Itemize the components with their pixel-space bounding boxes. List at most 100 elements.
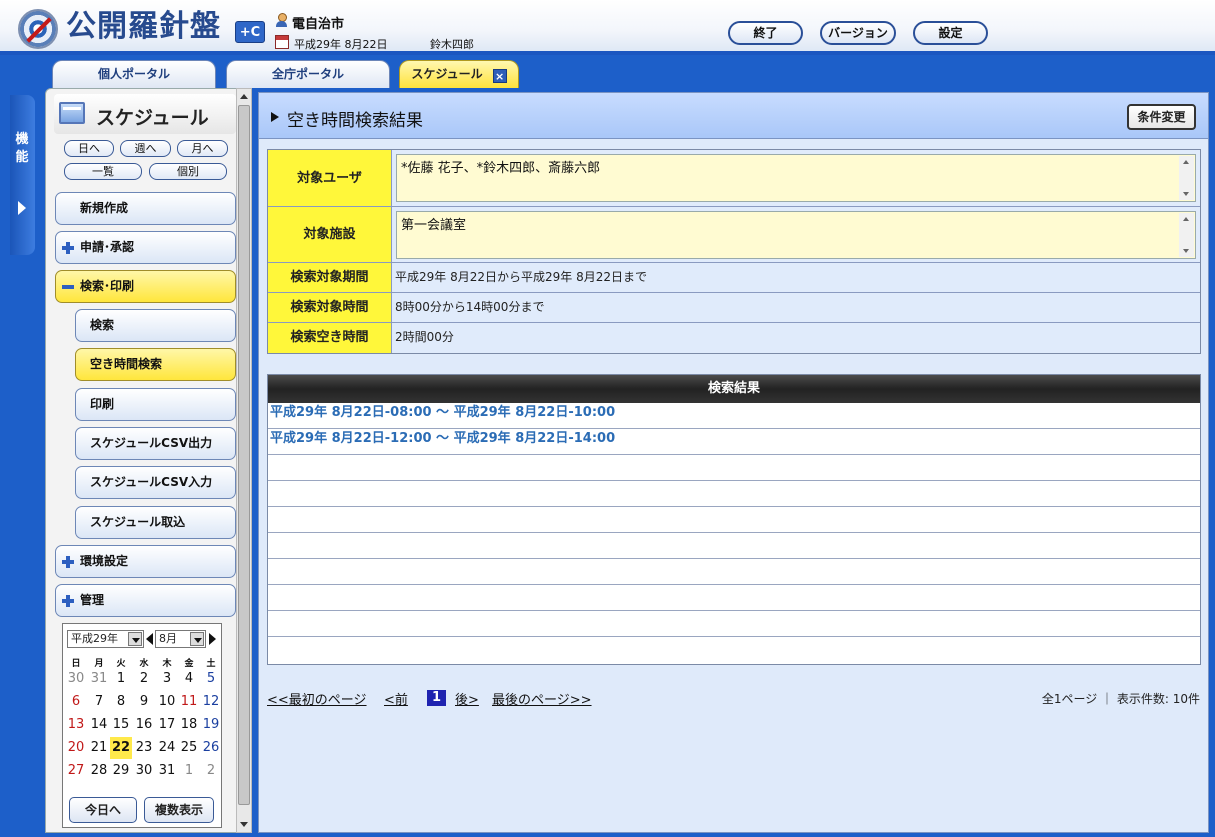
result-link[interactable]: 平成29年 8月22日-12:00 〜 平成29年 8月22日-14:00 (270, 431, 615, 446)
exit-button[interactable]: 終了 (728, 21, 803, 45)
result-link[interactable]: 平成29年 8月22日-08:00 〜 平成29年 8月22日-10:00 (270, 405, 615, 420)
plus-icon (62, 556, 74, 568)
calendar-day[interactable]: 30 (133, 760, 155, 782)
calendar-day[interactable]: 31 (156, 760, 178, 782)
tab-personal-portal[interactable]: 個人ポータル (52, 60, 216, 88)
close-icon[interactable]: × (492, 69, 507, 83)
calendar-day[interactable]: 7 (88, 691, 110, 713)
calendar-day[interactable]: 4 (178, 668, 200, 690)
calendar-day[interactable]: 23 (133, 737, 155, 759)
target-facility-textarea[interactable]: 第一会議室 (396, 211, 1196, 259)
calendar-day[interactable]: 10 (156, 691, 178, 713)
menu-environment-settings[interactable]: 環境設定 (55, 545, 236, 578)
calendar-day-other-month[interactable]: 1 (178, 760, 200, 782)
calendar-day[interactable]: 26 (200, 737, 222, 759)
day-view-button[interactable]: 日へ (64, 140, 114, 157)
menu-search-print[interactable]: 検索･印刷 (55, 270, 236, 303)
calendar-day[interactable]: 14 (88, 714, 110, 736)
organization-name: 電自治市 (292, 17, 345, 32)
menu-schedule-import[interactable]: スケジュール取込 (75, 506, 236, 539)
calendar-day[interactable]: 5 (200, 668, 222, 690)
calendar-day[interactable]: 2 (133, 668, 155, 690)
calendar-icon (275, 35, 289, 49)
sidebar-scrollbar[interactable] (236, 88, 252, 833)
calendar-day[interactable]: 8 (110, 691, 132, 713)
month-select[interactable]: 8月 (155, 630, 206, 648)
menu-apply-approve[interactable]: 申請･承認 (55, 231, 236, 264)
week-view-button[interactable]: 週へ (120, 140, 171, 157)
menu-csv-export[interactable]: スケジュールCSV出力 (75, 427, 236, 460)
calendar-day[interactable]: 21 (88, 737, 110, 759)
next-month-icon[interactable] (209, 633, 216, 645)
list-view-button[interactable]: 一覧 (64, 163, 142, 180)
calendar-day[interactable]: 15 (110, 714, 132, 736)
calendar-day[interactable]: 19 (200, 714, 222, 736)
condition-label: 対象ユーザ (268, 150, 392, 206)
target-user-textarea[interactable]: *佐藤 花子、*鈴木四郎、斎藤六郎 (396, 154, 1196, 202)
menu-search[interactable]: 検索 (75, 309, 236, 342)
calendar-day[interactable]: 6 (65, 691, 87, 713)
compass-logo-icon (18, 9, 58, 49)
prev-page-link[interactable]: <前 (384, 689, 408, 708)
change-conditions-button[interactable]: 条件変更 (1127, 104, 1196, 130)
tab-label: 全庁ポータル (271, 67, 344, 81)
sidebar-title: スケジュール (96, 107, 209, 129)
calendar-day[interactable]: 17 (156, 714, 178, 736)
month-view-button[interactable]: 月へ (177, 140, 228, 157)
menu-label: 環境設定 (80, 554, 129, 568)
calendar-day[interactable]: 25 (178, 737, 200, 759)
textarea-scrollbar[interactable] (1179, 213, 1194, 257)
calendar-day-other-month[interactable]: 2 (200, 760, 222, 782)
last-page-link[interactable]: 最後のページ>> (492, 689, 592, 708)
calendar-day[interactable]: 9 (133, 691, 155, 713)
calendar-day[interactable]: 20 (65, 737, 87, 759)
today-button[interactable]: 今日へ (69, 797, 137, 823)
calendar-day[interactable]: 28 (88, 760, 110, 782)
calendar-day[interactable]: 18 (178, 714, 200, 736)
calendar-day[interactable]: 3 (156, 668, 178, 690)
textarea-scrollbar[interactable] (1179, 156, 1194, 200)
rail-label: 機能 (15, 132, 29, 165)
calendar-day[interactable]: 1 (110, 668, 132, 690)
result-row-empty (268, 507, 1200, 533)
menu-new[interactable]: 新規作成 (55, 192, 236, 225)
function-rail[interactable]: 機能 (10, 95, 35, 255)
calendar-day[interactable]: 16 (133, 714, 155, 736)
scroll-down-icon[interactable] (240, 822, 248, 827)
tab-agency-portal[interactable]: 全庁ポータル (226, 60, 390, 88)
calendar-day-other-month[interactable]: 30 (65, 668, 87, 690)
next-page-link[interactable]: 後> (455, 689, 479, 708)
first-page-link[interactable]: <<最初のページ (267, 689, 367, 708)
calendar-day-other-month[interactable]: 31 (88, 668, 110, 690)
individual-view-button[interactable]: 個別 (149, 163, 227, 180)
calendar-day[interactable]: 11 (178, 691, 200, 713)
calendar-day[interactable]: 29 (110, 760, 132, 782)
year-select[interactable]: 平成29年 (67, 630, 144, 648)
calendar-day[interactable]: 12 (200, 691, 222, 713)
minus-icon (62, 285, 74, 289)
settings-button[interactable]: 設定 (913, 21, 988, 45)
menu-csv-import[interactable]: スケジュールCSV入力 (75, 466, 236, 499)
menu-print[interactable]: 印刷 (75, 388, 236, 421)
prev-month-icon[interactable] (146, 633, 153, 645)
menu-admin[interactable]: 管理 (55, 584, 236, 617)
calendar-day[interactable]: 24 (156, 737, 178, 759)
condition-label: 対象施設 (268, 207, 392, 262)
result-row[interactable]: 平成29年 8月22日-08:00 〜 平成29年 8月22日-10:00 (268, 403, 1200, 429)
menu-free-time-search[interactable]: 空き時間検索 (75, 348, 236, 381)
calendar-day[interactable]: 27 (65, 760, 87, 782)
menu-label: 管理 (80, 593, 105, 607)
result-row-empty (268, 559, 1200, 585)
plus-icon (62, 595, 74, 607)
multi-view-button[interactable]: 複数表示 (144, 797, 214, 823)
calendar-day[interactable]: 22 (110, 737, 132, 759)
scroll-up-icon[interactable] (240, 94, 248, 99)
calendar-day[interactable]: 13 (65, 714, 87, 736)
scroll-thumb[interactable] (238, 105, 250, 805)
result-row[interactable]: 平成29年 8月22日-12:00 〜 平成29年 8月22日-14:00 (268, 429, 1200, 455)
tab-schedule[interactable]: スケジュール × (399, 60, 519, 88)
result-row-empty (268, 481, 1200, 507)
schedule-icon (59, 102, 85, 124)
user-icon (275, 13, 288, 27)
version-button[interactable]: バージョン (820, 21, 896, 45)
